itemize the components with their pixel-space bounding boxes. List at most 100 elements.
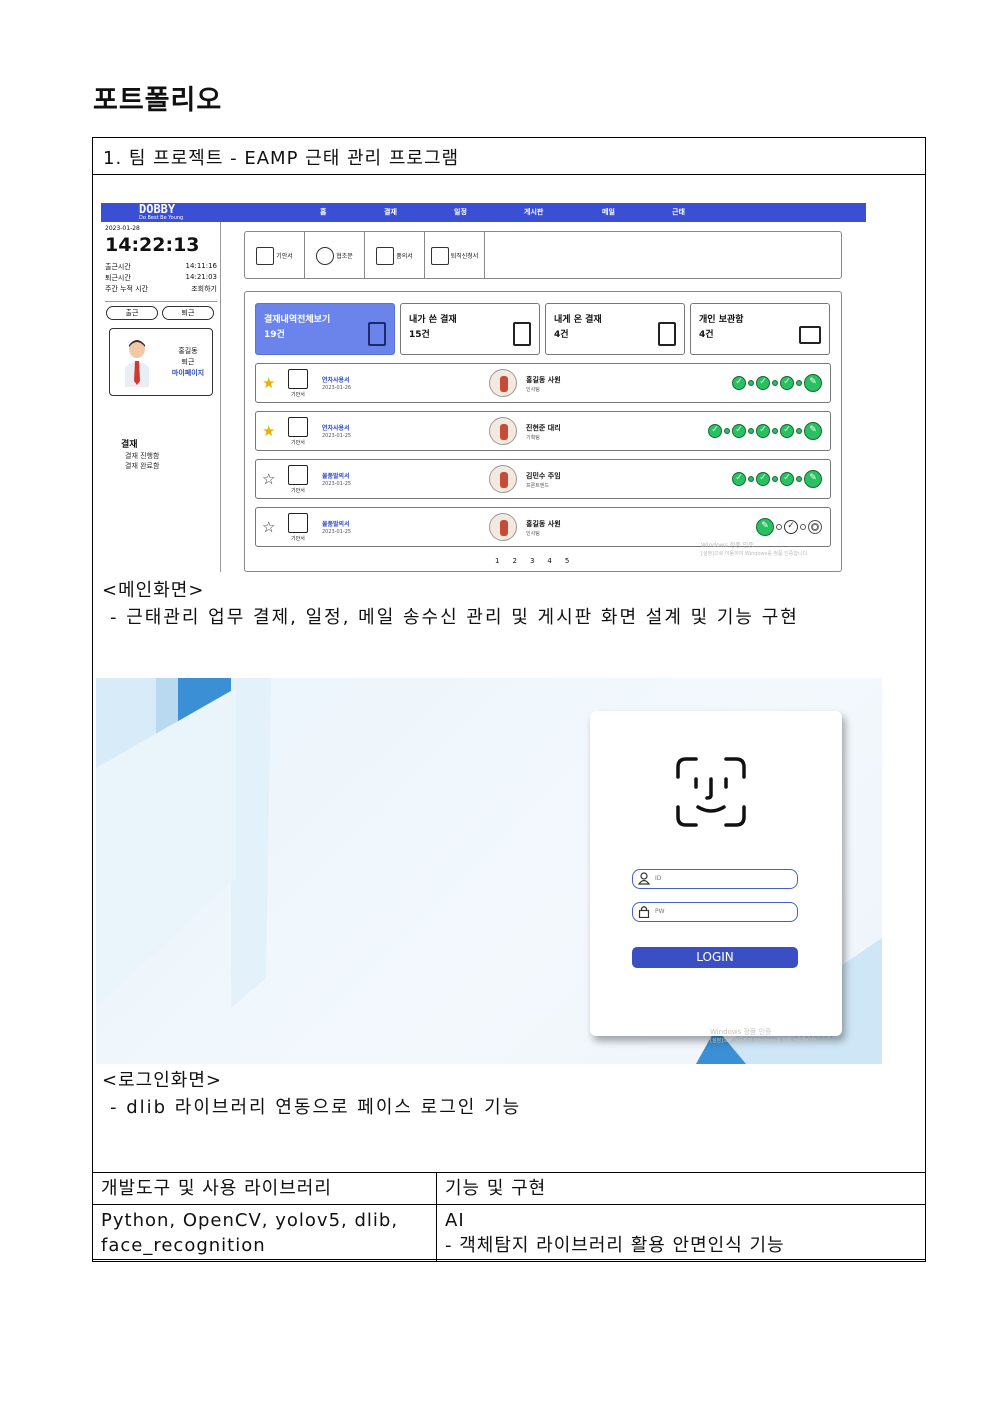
document-icon — [288, 465, 308, 485]
dot-icon — [796, 476, 802, 482]
avatar — [489, 369, 517, 397]
activation-watermark: Windows 정품 인증 — [710, 1028, 772, 1036]
password-input[interactable]: PW — [632, 902, 798, 922]
check-icon: ✓ — [780, 472, 794, 486]
tab-label: 결재내역전체보기 — [264, 315, 331, 325]
quick-cooperation[interactable]: 협조문 — [305, 232, 365, 279]
dot-icon — [724, 428, 730, 434]
pagination: 1 2 3 4 5 — [495, 557, 569, 565]
quick-proposal[interactable]: 품의서 — [365, 232, 425, 279]
pencil-icon[interactable]: ✎ — [804, 422, 822, 440]
features-cell: AI - 객체탐지 라이브러리 활용 안면인식 기능 — [436, 1204, 926, 1262]
doc-title[interactable]: 연차사용서 — [322, 423, 350, 432]
quick-resignation[interactable]: 퇴직신청서 — [425, 232, 485, 279]
clipboard-icon — [513, 322, 531, 346]
checkin-button[interactable]: 출근 — [106, 306, 158, 320]
star-icon[interactable]: ★ — [262, 375, 275, 391]
tab-received-approvals[interactable]: 내게 온 결재 4건 — [545, 303, 685, 355]
login-button[interactable]: LOGIN — [632, 947, 798, 968]
activation-watermark-sub: [설정]으로 이동하여 Windows를 정품 인증합니다. — [701, 551, 809, 557]
tab-label: 내게 온 결재 — [554, 315, 602, 325]
star-outline-icon[interactable]: ☆ — [262, 519, 275, 535]
dot-icon — [748, 428, 754, 434]
weekly-time-row: 주간 누적 시간 조회하기 — [105, 284, 217, 294]
activation-watermark: Windows 정품 인증 — [701, 542, 754, 549]
nav-board[interactable]: 게시판 — [524, 207, 543, 217]
check-icon: ✓ — [784, 520, 798, 534]
pw-placeholder: PW — [655, 908, 665, 915]
weekly-lookup-link[interactable]: 조회하기 — [191, 284, 217, 294]
app-logo[interactable]: DOBBY — [139, 203, 175, 215]
tab-my-approvals[interactable]: 내가 쓴 결재 15건 — [400, 303, 540, 355]
tab-label: 내가 쓴 결재 — [409, 315, 457, 325]
activation-watermark-sub: [설정]으로 이동하여 Windows를 정품 인증합니다. — [710, 1038, 818, 1044]
face-id-icon — [676, 757, 746, 827]
page-4[interactable]: 4 — [547, 557, 551, 565]
gear-icon — [316, 246, 335, 265]
login-card: ID PW LOGIN Windows 정품 인증 — [590, 711, 842, 1036]
login-screen-caption: <로그인화면> — [102, 1070, 222, 1091]
document-list-icon — [368, 322, 386, 346]
star-outline-icon[interactable]: ☆ — [262, 471, 275, 487]
doc-person: 김민수 주임 — [526, 472, 561, 480]
avatar — [489, 465, 517, 493]
dot-icon — [796, 380, 802, 386]
approval-row[interactable]: ★ 기안서 연차사용서 2023-01-26 홍길동 사원 인사팀 ✓ ✓ ✓ … — [255, 363, 831, 403]
page-1[interactable]: 1 — [495, 557, 499, 565]
pencil-icon[interactable]: ✎ — [804, 374, 822, 392]
avatar — [489, 417, 517, 445]
nav-attendance[interactable]: 근태 — [672, 207, 685, 217]
doc-date: 2023-01-26 — [322, 385, 352, 391]
profile-card: 홍길동 퇴근 마이페이지 — [109, 328, 213, 396]
menu-item-in-progress[interactable]: 결재 진행함 — [125, 451, 159, 461]
doc-title[interactable]: 물품발의서 — [322, 519, 350, 528]
check-icon: ✓ — [732, 424, 746, 438]
check-icon: ✓ — [780, 424, 794, 438]
page-3[interactable]: 3 — [530, 557, 534, 565]
check-icon: ✓ — [732, 376, 746, 390]
current-date: 2023-01-28 — [105, 225, 140, 232]
checkout-button[interactable]: 퇴근 — [162, 306, 214, 320]
profile-status: 퇴근 — [181, 358, 195, 366]
star-icon[interactable]: ★ — [262, 423, 275, 439]
nav-approval[interactable]: 결재 — [384, 207, 397, 217]
nav-home[interactable]: 홈 — [320, 207, 326, 217]
doc-dept: 기획팀 — [526, 435, 540, 441]
check-icon: ✓ — [780, 376, 794, 390]
main-screen-caption: <메인화면> — [102, 580, 205, 601]
profile-name: 홍길동 — [178, 347, 198, 355]
menu-item-completed[interactable]: 결재 완료함 — [125, 461, 159, 471]
document-icon — [256, 246, 275, 265]
main-screen-description: - 근태관리 업무 결제, 일정, 메일 송수신 관리 및 게시판 화면 설계 … — [110, 607, 799, 628]
dot-icon — [772, 380, 778, 386]
table-row: Python, OpenCV, yolov5, dlib, face_recog… — [92, 1204, 926, 1262]
mypage-link[interactable]: 마이페이지 — [168, 368, 208, 378]
page-2[interactable]: 2 — [512, 557, 516, 565]
main-screen-screenshot: DOBBY Do Best Be Young 홈 결재 일정 게시판 메일 근태… — [101, 203, 866, 572]
tab-all-approvals[interactable]: 결재내역전체보기 19건 — [255, 303, 395, 355]
page-5[interactable]: 5 — [565, 557, 569, 565]
quick-draft[interactable]: 기안서 — [245, 232, 305, 279]
doc-title[interactable]: 연차사용서 — [322, 375, 350, 384]
nav-schedule[interactable]: 일정 — [454, 207, 467, 217]
features-line: - 객체탐지 라이브러리 활용 안면인식 기능 — [445, 1235, 785, 1256]
top-nav-bar: DOBBY Do Best Be Young 홈 결재 일정 게시판 메일 근태 — [101, 203, 866, 222]
tools-table: 개발도구 및 사용 라이브러리 기능 및 구현 Python, OpenCV, … — [92, 1172, 926, 1262]
approval-row[interactable]: ☆ 기안서 물품발의서 2023-01-25 김민수 주임 프론트엔드 ✓ ✓ … — [255, 459, 831, 499]
project-heading: 1. 팀 프로젝트 - EAMP 근태 관리 프로그램 — [93, 138, 925, 175]
check-icon: ✓ — [732, 472, 746, 486]
nav-mail[interactable]: 메일 — [602, 207, 615, 217]
tab-personal-storage[interactable]: 개인 보관함 4건 — [690, 303, 830, 355]
checkout-value: 14:21:03 — [185, 273, 217, 281]
doc-title[interactable]: 물품발의서 — [322, 471, 350, 480]
approval-row[interactable]: ★ 기안서 연차사용서 2023-01-25 진현준 대리 기획팀 ✓ ✓ ✓ … — [255, 411, 831, 451]
approval-menu-title: 결재 — [121, 440, 138, 450]
login-screen-description: - dlib 라이브러리 연동으로 페이스 로그인 기능 — [110, 1097, 522, 1118]
dot-icon — [772, 428, 778, 434]
pencil-icon[interactable]: ✎ — [804, 470, 822, 488]
tools-line: Python, OpenCV, yolov5, dlib, — [101, 1210, 399, 1231]
doc-date: 2023-01-25 — [322, 481, 352, 487]
id-input[interactable]: ID — [632, 869, 798, 889]
pencil-icon[interactable]: ✎ — [756, 518, 774, 536]
approval-steps: ✓ ✓ ✓ ✎ — [732, 374, 822, 392]
